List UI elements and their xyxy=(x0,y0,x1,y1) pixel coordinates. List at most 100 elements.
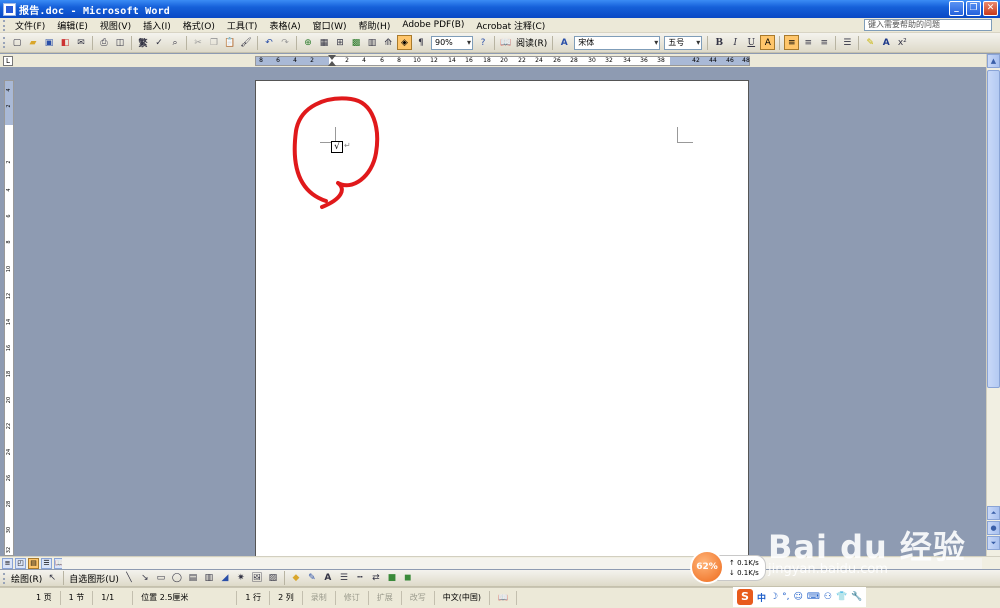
next-page-button[interactable]: ⏷ xyxy=(987,536,1000,550)
document-page[interactable]: √ ↵ xyxy=(255,80,749,556)
font-size-select[interactable]: 五号 xyxy=(664,35,703,50)
scroll-up-button[interactable]: ▲ xyxy=(987,54,1000,68)
insert-excel-icon[interactable]: ▩ xyxy=(349,36,363,50)
character-border-button[interactable]: A xyxy=(760,35,776,50)
font-color-icon[interactable]: A xyxy=(879,36,893,50)
menu-window[interactable]: 窗口(W) xyxy=(307,19,353,32)
normal-view-button[interactable]: ≡ xyxy=(2,557,13,569)
spelling-icon[interactable]: ✓ xyxy=(152,36,166,50)
fill-color-icon[interactable]: ◆ xyxy=(289,571,303,585)
moon-icon[interactable]: ☽ xyxy=(770,592,778,602)
net-speed-widget[interactable]: ↑ 0.1K/s ↓ 0.1K/s 62% xyxy=(690,550,766,586)
bullets-icon[interactable]: ☰ xyxy=(840,36,854,50)
document-area[interactable]: √ ↵ xyxy=(17,68,983,556)
print-preview-icon[interactable]: ◫ xyxy=(113,36,127,50)
tools-icon[interactable]: 🔧 xyxy=(851,592,862,602)
clipart-icon[interactable]: 🖼 xyxy=(250,571,264,585)
user-icon[interactable]: ⚇ xyxy=(824,592,832,602)
ime-toolbar[interactable]: S 中 ☽ °, ☺ ⌨ ⚇ 👕 🔧 xyxy=(733,587,867,607)
align-right-icon[interactable]: ≡ xyxy=(817,36,831,50)
web-view-button[interactable]: ◰ xyxy=(15,557,26,569)
draw-font-color-icon[interactable]: A xyxy=(321,571,335,585)
shadow-icon[interactable]: ■ xyxy=(385,571,399,585)
menu-insert[interactable]: 插入(I) xyxy=(137,19,177,32)
menu-edit[interactable]: 编辑(E) xyxy=(51,19,94,32)
menu-view[interactable]: 视图(V) xyxy=(94,19,137,32)
save-icon[interactable]: ▣ xyxy=(42,36,56,50)
read-button[interactable]: 阅读(R) xyxy=(516,36,547,49)
columns-icon[interactable]: ▥ xyxy=(365,36,379,50)
toolbar-grip[interactable] xyxy=(3,37,6,48)
highlight-icon[interactable]: ✎ xyxy=(863,36,877,50)
vertical-scrollbar[interactable]: ▲ ⏶ ● ⏷ xyxy=(986,54,1000,556)
align-left-button[interactable]: ≡ xyxy=(784,35,800,50)
align-center-icon[interactable]: ≡ xyxy=(801,36,815,50)
arrow-style-icon[interactable]: ⇄ xyxy=(369,571,383,585)
new-document-icon[interactable]: ▢ xyxy=(10,36,24,50)
minimize-button[interactable]: _ xyxy=(949,1,964,16)
menu-adobe-pdf[interactable]: Adobe PDF(B) xyxy=(396,20,470,30)
traditional-chinese-icon[interactable]: 繁 xyxy=(136,36,150,50)
previous-page-button[interactable]: ⏶ xyxy=(987,506,1000,520)
cut-icon[interactable]: ✂ xyxy=(191,36,205,50)
menu-format[interactable]: 格式(O) xyxy=(177,19,221,32)
wordart-icon[interactable]: ◢ xyxy=(218,571,232,585)
3d-style-icon[interactable]: ◼ xyxy=(401,571,415,585)
font-select[interactable]: 宋体 xyxy=(574,35,661,50)
outline-view-button[interactable]: ☰ xyxy=(41,557,52,569)
close-button[interactable]: ✕ xyxy=(983,1,998,16)
show-hide-icon[interactable]: ¶ xyxy=(414,36,428,50)
tables-borders-icon[interactable]: ▦ xyxy=(317,36,331,50)
status-language[interactable]: 中文(中国) xyxy=(435,591,490,605)
status-track[interactable]: 修订 xyxy=(336,591,369,605)
arrow-icon[interactable]: ↘ xyxy=(138,571,152,585)
help-icon[interactable]: ? xyxy=(476,36,490,50)
word-app-icon[interactable] xyxy=(3,2,16,16)
drawbar-grip[interactable] xyxy=(3,572,6,584)
status-record[interactable]: 录制 xyxy=(303,591,336,605)
styles-icon[interactable]: A xyxy=(557,36,571,50)
sogou-logo-icon[interactable]: S xyxy=(737,589,753,605)
picture-icon[interactable]: ▨ xyxy=(266,571,280,585)
textbox-icon[interactable]: ▤ xyxy=(186,571,200,585)
tab-selector[interactable]: L xyxy=(3,56,13,66)
status-overtype[interactable]: 改写 xyxy=(402,591,435,605)
select-objects-icon[interactable]: ↖ xyxy=(45,571,59,585)
copy-icon[interactable]: ❐ xyxy=(207,36,221,50)
vertical-textbox-icon[interactable]: ▥ xyxy=(202,571,216,585)
vertical-scroll-thumb[interactable] xyxy=(987,70,1000,388)
maximize-button[interactable]: ❐ xyxy=(966,1,981,16)
first-line-indent-marker[interactable] xyxy=(328,55,336,67)
line-style-icon[interactable]: ☰ xyxy=(337,571,351,585)
superscript-button[interactable]: x² xyxy=(895,36,909,50)
undo-icon[interactable]: ↶ xyxy=(262,36,276,50)
draw-menu-button[interactable]: 绘图(R) xyxy=(11,572,42,585)
status-extend[interactable]: 扩展 xyxy=(369,591,402,605)
vertical-ruler[interactable]: 4 2 2 4 6 8 10 12 14 16 18 20 22 24 26 2… xyxy=(4,80,14,556)
emoji-icon[interactable]: ☺ xyxy=(793,592,802,602)
menu-grip[interactable] xyxy=(3,19,6,31)
print-view-button[interactable]: ▤ xyxy=(28,557,39,569)
skin-icon[interactable]: 👕 xyxy=(836,592,847,602)
select-browse-object-button[interactable]: ● xyxy=(987,521,1000,535)
menu-acrobat-comments[interactable]: Acrobat 注释(C) xyxy=(470,19,551,32)
hyperlink-icon[interactable]: ⊕ xyxy=(301,36,315,50)
insert-table-icon[interactable]: ⊞ xyxy=(333,36,347,50)
menu-table[interactable]: 表格(A) xyxy=(263,19,306,32)
menu-tools[interactable]: 工具(T) xyxy=(221,19,264,32)
drawing-icon[interactable]: ⟰ xyxy=(381,36,395,50)
autoshapes-menu-button[interactable]: 自选图形(U) xyxy=(69,572,119,585)
italic-button[interactable]: I xyxy=(728,36,742,50)
underline-button[interactable]: U xyxy=(744,36,758,50)
email-icon[interactable]: ✉ xyxy=(74,36,88,50)
oval-icon[interactable]: ◯ xyxy=(170,571,184,585)
memory-usage-bubble[interactable]: 62% xyxy=(690,550,724,584)
menu-help[interactable]: 帮助(H) xyxy=(353,19,397,32)
format-painter-icon[interactable]: 🖌 xyxy=(239,36,253,50)
rectangle-icon[interactable]: ▭ xyxy=(154,571,168,585)
zoom-select[interactable]: 90% xyxy=(431,35,473,50)
diagram-icon[interactable]: ✷ xyxy=(234,571,248,585)
open-folder-icon[interactable]: ▰ xyxy=(26,36,40,50)
spelling-status-icon[interactable]: 📖 xyxy=(490,591,517,605)
permission-icon[interactable]: ◧ xyxy=(58,36,72,50)
